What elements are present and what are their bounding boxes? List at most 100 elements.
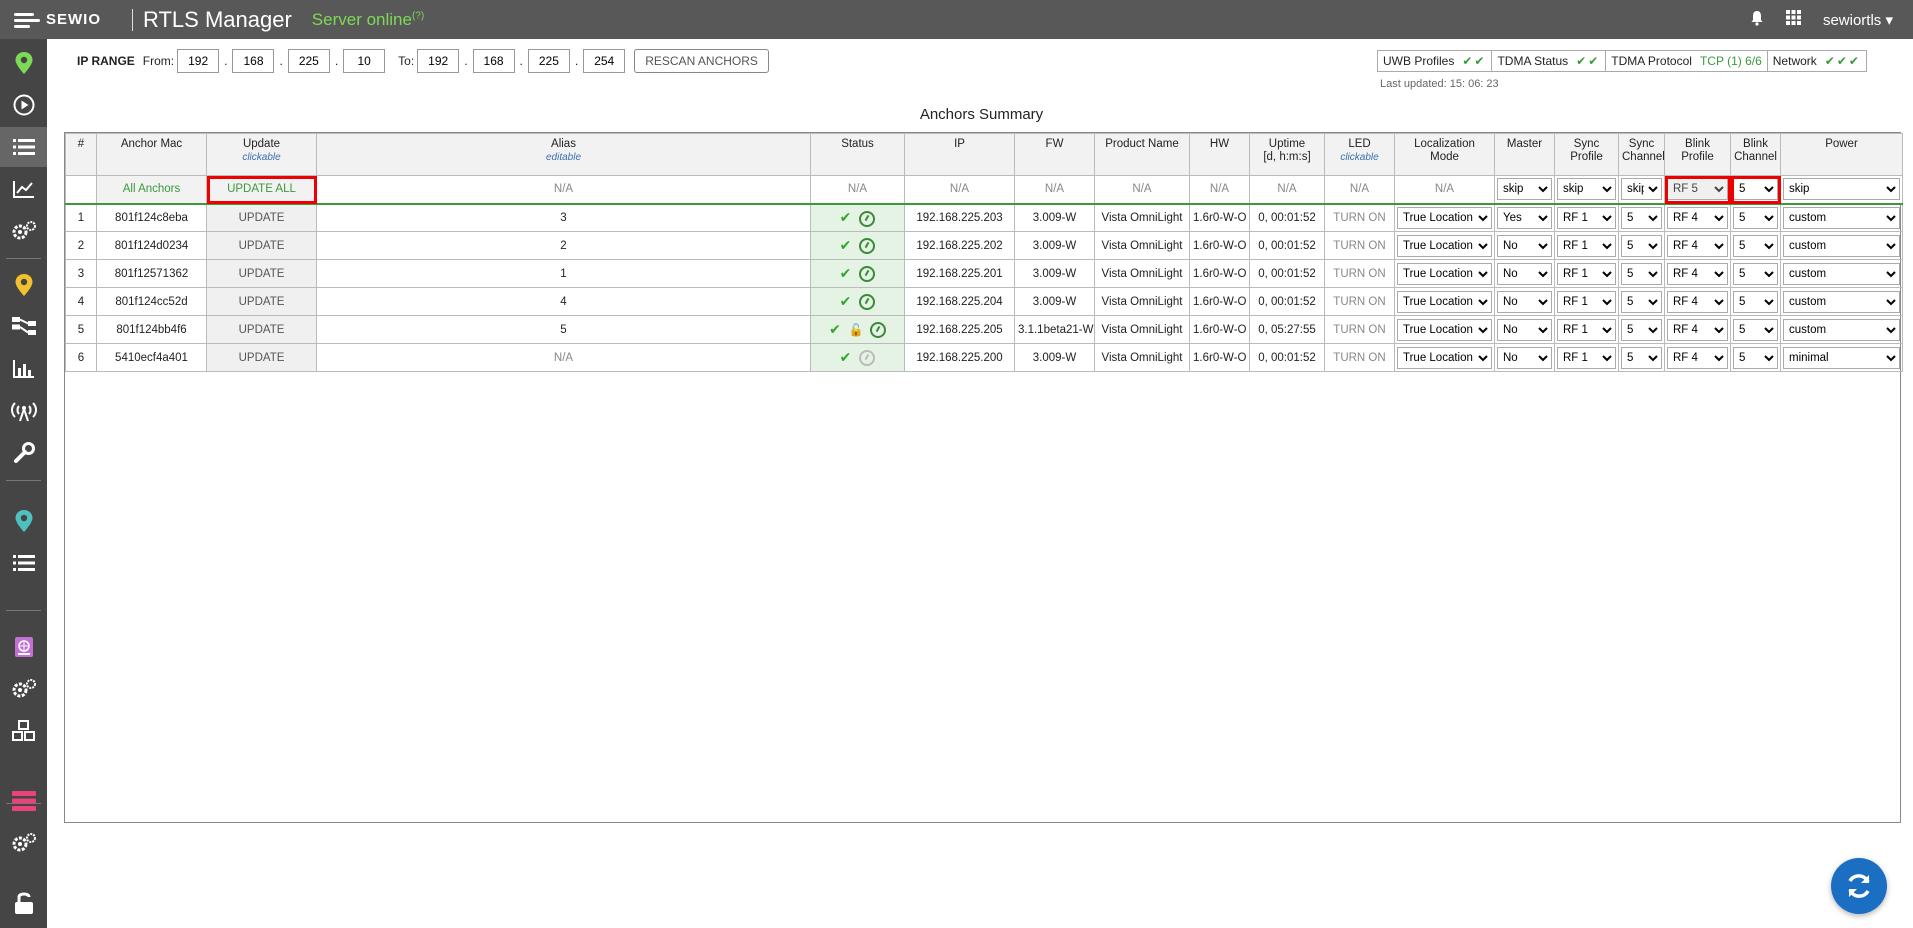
unlock-icon[interactable] — [0, 883, 47, 923]
ip-to-octet-2[interactable] — [472, 49, 515, 73]
bell-icon[interactable] — [1750, 10, 1764, 30]
blink-channel-select[interactable]: 5 — [1733, 290, 1778, 313]
update-button[interactable]: UPDATE — [206, 231, 317, 260]
alias-field[interactable]: 4 — [316, 287, 811, 316]
map-pin-icon[interactable] — [0, 43, 47, 83]
master-select[interactable]: No — [1497, 346, 1552, 369]
master-select[interactable]: No — [1497, 234, 1552, 257]
led-turn-on-button[interactable]: TURN ON — [1324, 287, 1395, 316]
wrench-icon[interactable] — [0, 433, 47, 473]
list-icon[interactable] — [0, 127, 47, 167]
blink-channel-select[interactable]: 5 — [1733, 206, 1778, 229]
update-button[interactable]: UPDATE — [206, 315, 317, 344]
blink-profile-select[interactable]: RF 4 — [1667, 262, 1728, 285]
blink-profile-select[interactable]: RF 4 — [1667, 234, 1728, 257]
sync-channel-select[interactable]: 5 — [1621, 234, 1662, 257]
map-marker-icon[interactable] — [0, 501, 47, 541]
ip-from-octet-3[interactable] — [287, 49, 330, 73]
sync-profile-select[interactable]: RF 1 — [1557, 234, 1616, 257]
blink-channel-select[interactable]: 5 — [1733, 346, 1778, 369]
location-pin-icon[interactable] — [0, 265, 47, 305]
update-all-button[interactable]: UPDATE ALL — [206, 175, 317, 205]
alias-field[interactable]: 5 — [316, 315, 811, 344]
sync-profile-select[interactable]: RF 1 — [1557, 290, 1616, 313]
all-power-select[interactable]: skip — [1783, 178, 1900, 201]
gauge-icon[interactable] — [859, 294, 876, 311]
master-select[interactable]: No — [1497, 290, 1552, 313]
update-button[interactable]: UPDATE — [206, 287, 317, 316]
blink-profile-select[interactable]: RF 4 — [1667, 290, 1728, 313]
all-sync-channel-select[interactable]: skip — [1621, 178, 1662, 201]
apps-grid-icon[interactable] — [1785, 10, 1801, 29]
localization-mode-select[interactable]: True Location — [1397, 290, 1492, 313]
led-turn-on-button[interactable]: TURN ON — [1324, 315, 1395, 344]
master-select[interactable]: No — [1497, 262, 1552, 285]
blink-profile-select[interactable]: RF 4 — [1667, 318, 1728, 341]
refresh-button[interactable] — [1831, 858, 1887, 914]
power-select[interactable]: custom — [1783, 234, 1900, 257]
blink-channel-select[interactable]: 5 — [1733, 234, 1778, 257]
col-anchor-mac[interactable]: Anchor Mac — [96, 133, 207, 176]
ip-from-octet-2[interactable] — [232, 49, 275, 73]
all-blink-profile-select[interactable]: RF 5 — [1667, 178, 1728, 201]
list-icon[interactable] — [0, 543, 47, 583]
sync-profile-select[interactable]: RF 1 — [1557, 346, 1616, 369]
all-master-select[interactable]: skip — [1497, 178, 1552, 201]
update-button[interactable]: UPDATE — [206, 343, 317, 372]
alias-field[interactable]: 2 — [316, 231, 811, 260]
network-status[interactable]: Network ✔✔✔ — [1768, 51, 1866, 71]
alias-field[interactable]: N/A — [316, 343, 811, 372]
bar-chart-icon[interactable] — [0, 349, 47, 389]
rescan-anchors-button[interactable]: RESCAN ANCHORS — [634, 49, 769, 73]
sync-channel-select[interactable]: 5 — [1621, 318, 1662, 341]
antenna-icon[interactable] — [0, 391, 47, 431]
tdma-status[interactable]: TDMA Status ✔✔ — [1492, 51, 1607, 71]
sewio-logo[interactable]: SEWIO — [14, 11, 124, 28]
server-status-help[interactable]: (?) — [412, 10, 424, 21]
all-blink-channel-select[interactable]: 5 — [1733, 178, 1778, 201]
col-ip[interactable]: IP — [904, 133, 1015, 176]
sync-channel-select[interactable]: 5 — [1621, 290, 1662, 313]
settings-icon[interactable] — [0, 669, 47, 709]
master-select[interactable]: Yes — [1497, 206, 1552, 229]
settings-icon[interactable] — [0, 823, 47, 863]
ip-to-octet-3[interactable] — [527, 49, 570, 73]
blink-profile-select[interactable]: RF 4 — [1667, 346, 1728, 369]
localization-mode-select[interactable]: True Location — [1397, 318, 1492, 341]
led-turn-on-button[interactable]: TURN ON — [1324, 231, 1395, 260]
settings-icon[interactable] — [0, 211, 47, 251]
line-chart-icon[interactable] — [0, 169, 47, 209]
sync-channel-select[interactable]: 5 — [1621, 346, 1662, 369]
localization-mode-select[interactable]: True Location — [1397, 206, 1492, 229]
alias-field[interactable]: 1 — [316, 259, 811, 288]
cubes-icon[interactable] — [0, 711, 47, 751]
sync-profile-select[interactable]: RF 1 — [1557, 262, 1616, 285]
power-select[interactable]: custom — [1783, 262, 1900, 285]
globe-book-icon[interactable] — [0, 627, 47, 667]
led-turn-on-button[interactable]: TURN ON — [1324, 259, 1395, 288]
all-sync-profile-select[interactable]: skip — [1557, 178, 1616, 201]
localization-mode-select[interactable]: True Location — [1397, 234, 1492, 257]
blink-channel-select[interactable]: 5 — [1733, 318, 1778, 341]
power-select[interactable]: minimal — [1783, 346, 1900, 369]
gauge-icon[interactable] — [859, 266, 876, 283]
gauge-icon[interactable] — [859, 350, 876, 367]
sync-channel-select[interactable]: 5 — [1621, 262, 1662, 285]
ip-to-octet-4[interactable] — [583, 49, 626, 73]
sync-channel-select[interactable]: 5 — [1621, 206, 1662, 229]
localization-mode-select[interactable]: True Location — [1397, 346, 1492, 369]
tdma-protocol-status[interactable]: TDMA Protocol TCP (1) 6/6 — [1606, 51, 1768, 71]
gauge-icon[interactable] — [859, 210, 876, 227]
led-turn-on-button[interactable]: TURN ON — [1324, 203, 1395, 232]
blink-profile-select[interactable]: RF 4 — [1667, 206, 1728, 229]
gauge-icon[interactable] — [869, 322, 886, 339]
update-button[interactable]: UPDATE — [206, 203, 317, 232]
master-select[interactable]: No — [1497, 318, 1552, 341]
ip-from-octet-4[interactable] — [343, 49, 386, 73]
ip-from-octet-1[interactable] — [177, 49, 220, 73]
led-turn-on-button[interactable]: TURN ON — [1324, 343, 1395, 372]
unlock-icon[interactable]: 🔓 — [849, 323, 864, 337]
blink-channel-select[interactable]: 5 — [1733, 262, 1778, 285]
alias-field[interactable]: 3 — [316, 203, 811, 232]
update-button[interactable]: UPDATE — [206, 259, 317, 288]
